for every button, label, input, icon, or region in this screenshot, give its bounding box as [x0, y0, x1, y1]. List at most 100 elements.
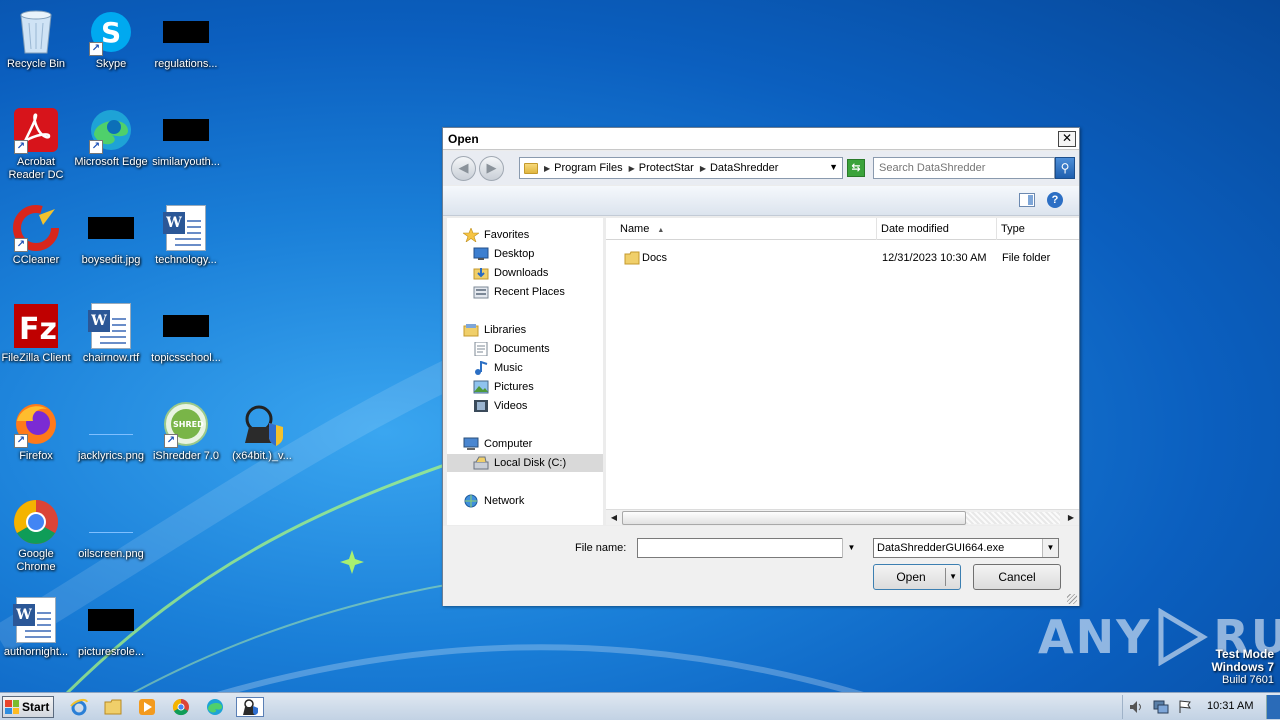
- desktop-icon-label: topicsschool...: [151, 352, 221, 364]
- nav-downloads[interactable]: Downloads: [473, 264, 548, 282]
- forward-button[interactable]: ▶: [479, 156, 504, 181]
- shortcut-arrow-icon: ↗: [164, 434, 178, 448]
- chevron-down-icon[interactable]: ▼: [1042, 539, 1058, 557]
- desktop-icon-jacklyrics[interactable]: jacklyrics.png: [73, 400, 149, 463]
- desktop-icon-ishredder[interactable]: SHRED ↗ iShredder 7.0: [148, 400, 224, 463]
- watermark-play-icon: [1155, 607, 1209, 667]
- preview-pane-button[interactable]: [1019, 193, 1035, 207]
- nav-documents[interactable]: Documents: [473, 340, 550, 358]
- chevron-right-icon[interactable]: ▶: [700, 164, 706, 173]
- desktop-icon-edge[interactable]: ↗ Microsoft Edge: [73, 106, 149, 169]
- nav-libraries[interactable]: Libraries: [463, 321, 526, 339]
- chevron-down-icon[interactable]: ▼: [829, 162, 838, 172]
- image-file-icon: [87, 400, 135, 448]
- desktop-icon-chrome[interactable]: Google Chrome: [0, 498, 74, 574]
- desktop-icon-similaryouth[interactable]: similaryouth...: [148, 106, 224, 169]
- speaker-icon[interactable]: [1129, 700, 1145, 714]
- file-icon: [162, 302, 210, 350]
- dialog-titlebar[interactable]: Open ✕: [443, 128, 1079, 150]
- desktop-icon-label: picturesrole...: [77, 646, 145, 658]
- nav-label: Computer: [484, 438, 533, 450]
- desktop-icon-ccleaner[interactable]: ↗ CCleaner: [0, 204, 74, 267]
- desktop-icon-topicsschool[interactable]: topicsschool...: [148, 302, 224, 365]
- breadcrumb-protectstar[interactable]: ProtectStar: [639, 162, 694, 174]
- scrollbar-track[interactable]: [966, 512, 1060, 524]
- horizontal-scrollbar[interactable]: ◀ ▶: [606, 509, 1079, 525]
- back-button[interactable]: ◀: [451, 156, 476, 181]
- help-button[interactable]: ?: [1047, 192, 1063, 208]
- open-button[interactable]: Open ▼: [873, 564, 961, 590]
- nav-local-disk[interactable]: Local Disk (C:): [447, 454, 603, 472]
- desktop-icon-skype[interactable]: S ↗ Skype: [73, 8, 149, 71]
- taskbar-edge-icon[interactable]: [204, 697, 226, 717]
- nav-favorites[interactable]: Favorites: [462, 226, 529, 244]
- breadcrumb-program-files[interactable]: Program Files: [554, 162, 622, 174]
- resize-grip-icon[interactable]: [1067, 594, 1077, 604]
- network-icon[interactable]: [1153, 700, 1169, 714]
- column-date-modified[interactable]: Date modified: [877, 218, 997, 240]
- nav-computer[interactable]: Computer: [463, 435, 532, 453]
- close-button[interactable]: ✕: [1058, 131, 1076, 147]
- nav-recent-places[interactable]: Recent Places: [473, 283, 565, 301]
- desktop-icon-regulations[interactable]: regulations...: [148, 8, 224, 71]
- column-date-label: Date modified: [881, 223, 949, 235]
- taskbar-media-player-icon[interactable]: [136, 697, 158, 717]
- search-input[interactable]: [873, 157, 1055, 179]
- file-name-input[interactable]: [637, 538, 860, 558]
- scroll-left-icon[interactable]: ◀: [607, 511, 621, 525]
- desktop-icon-installer[interactable]: (x64bit.)_v...: [224, 400, 300, 463]
- desktop-icon-oilscreen[interactable]: oilscreen.png: [73, 498, 149, 561]
- show-desktop-button[interactable]: [1266, 695, 1280, 719]
- nav-music[interactable]: Music: [473, 359, 523, 377]
- chevron-right-icon[interactable]: ▶: [629, 164, 635, 173]
- file-row[interactable]: Docs 12/31/2023 10:30 AM File folder: [606, 248, 1079, 268]
- nav-pictures[interactable]: Pictures: [473, 378, 534, 396]
- desktop-icon-filezilla[interactable]: Fz FileZilla Client: [0, 302, 74, 365]
- clock[interactable]: 10:31 AM: [1207, 700, 1253, 712]
- desktop-icon-authornight[interactable]: W authornight...: [0, 596, 74, 659]
- taskbar-explorer-icon[interactable]: [102, 697, 124, 717]
- file-type-select[interactable]: DataShredderGUI664.exe ▼: [873, 538, 1059, 558]
- desktop-icon-label: boysedit.jpg: [81, 254, 141, 266]
- cancel-button[interactable]: Cancel: [973, 564, 1061, 590]
- desktop-icon-recycle-bin[interactable]: Recycle Bin: [0, 8, 74, 71]
- filezilla-icon: Fz: [12, 302, 60, 350]
- nav-network[interactable]: Network: [463, 492, 524, 510]
- nav-label: Videos: [494, 400, 528, 412]
- recycle-bin-icon: [12, 8, 60, 56]
- desktop-icon-label: Acrobat Reader DC: [8, 156, 64, 181]
- taskbar-chrome-icon[interactable]: [170, 697, 192, 717]
- desktop-icon-boysedit[interactable]: boysedit.jpg: [73, 204, 149, 267]
- column-name[interactable]: Name ▲: [616, 218, 877, 240]
- folder-icon: [524, 162, 538, 174]
- desktop-icon-picturesrole[interactable]: picturesrole...: [73, 596, 149, 659]
- breadcrumb-datashredder[interactable]: DataShredder: [710, 162, 779, 174]
- scrollbar-thumb[interactable]: [622, 511, 966, 525]
- firefox-icon: ↗: [12, 400, 60, 448]
- shortcut-arrow-icon: ↗: [14, 434, 28, 448]
- word-document-icon: W: [87, 302, 135, 350]
- nav-videos[interactable]: Videos: [473, 397, 527, 415]
- search-icon[interactable]: ⚲: [1055, 157, 1075, 179]
- desktop-icon-firefox[interactable]: ↗ Firefox: [0, 400, 74, 463]
- column-type[interactable]: Type: [997, 218, 1079, 240]
- desktop-icon-acrobat[interactable]: ↗ Acrobat Reader DC: [0, 106, 74, 182]
- scroll-right-icon[interactable]: ▶: [1064, 511, 1078, 525]
- nav-desktop[interactable]: Desktop: [473, 245, 534, 263]
- column-header: Name ▲ Date modified Type: [606, 218, 1079, 240]
- taskbar-ie-icon[interactable]: [68, 697, 90, 717]
- address-bar[interactable]: ▶ Program Files ▶ ProtectStar ▶ DataShre…: [519, 157, 843, 179]
- chevron-down-icon[interactable]: ▼: [842, 538, 860, 558]
- start-button[interactable]: Start: [2, 696, 54, 718]
- desktop-icon-technology[interactable]: W technology...: [148, 204, 224, 267]
- file-icon: [162, 106, 210, 154]
- action-center-flag-icon[interactable]: [1177, 700, 1193, 714]
- hard-drive-icon: [473, 456, 489, 470]
- taskbar-installer-icon[interactable]: [236, 697, 264, 717]
- desktop-icon: [473, 247, 489, 261]
- chevron-down-icon[interactable]: ▼: [949, 565, 957, 589]
- navigation-bar: ◀ ▶ ▶ Program Files ▶ ProtectStar ▶ Data…: [443, 151, 1079, 185]
- desktop-icon-chairnow[interactable]: W chairnow.rtf: [73, 302, 149, 365]
- nav-label: Desktop: [494, 248, 535, 260]
- refresh-button[interactable]: ⇆: [847, 159, 865, 177]
